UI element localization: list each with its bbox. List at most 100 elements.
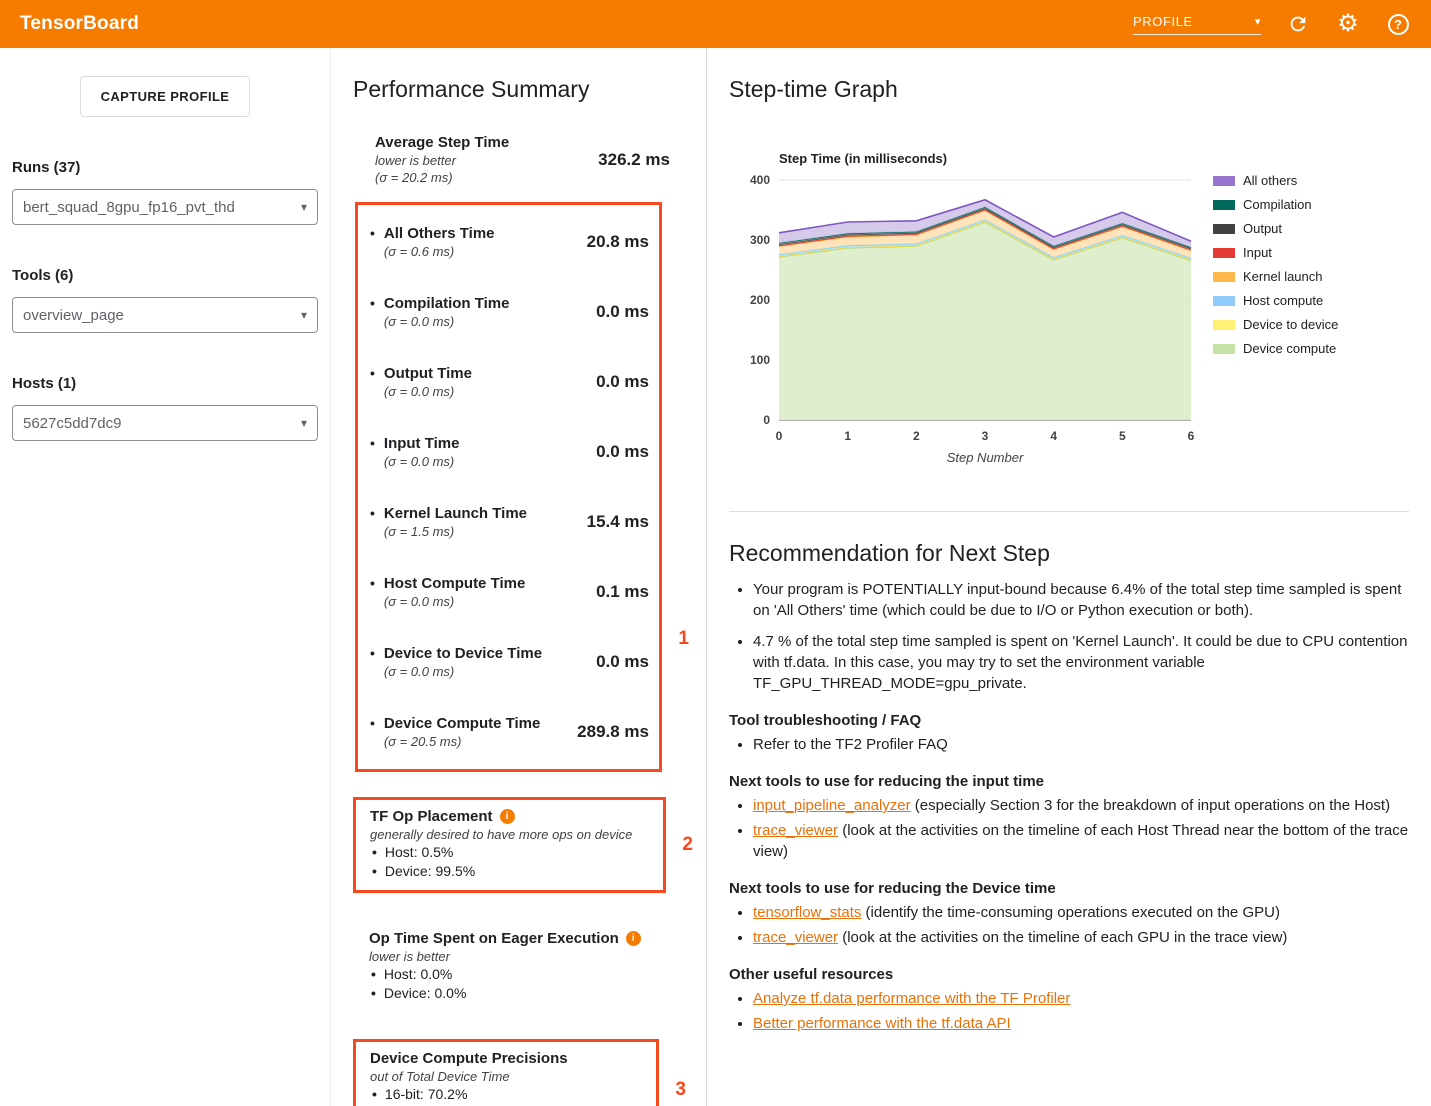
tf-op-placement-note: generally desired to have more ops on de… (370, 826, 651, 843)
eager-note: lower is better (369, 948, 672, 965)
runs-select[interactable]: bert_squad_8gpu_fp16_pvt_thd ▾ (12, 189, 318, 225)
recommendation-item: Analyze tf.data performance with the TF … (753, 988, 1409, 1009)
step-time-graph-title: Step-time Graph (729, 76, 1409, 103)
tf-op-placement-host: Host: 0.5% (385, 843, 453, 862)
recommendation-title: Recommendation for Next Step (729, 540, 1409, 567)
info-icon[interactable]: i (500, 809, 515, 824)
view-selector-dropdown[interactable]: PROFILE ▾ (1133, 14, 1261, 35)
eager-title: Op Time Spent on Eager Execution (369, 929, 619, 948)
svg-text:6: 6 (1188, 429, 1195, 443)
annotation-box-2: TF Op Placement i generally desired to h… (353, 797, 666, 893)
precisions-note: out of Total Device Time (370, 1068, 644, 1085)
metric-row: • Device to Device Time (σ = 0.0 ms) 0.0… (358, 627, 659, 697)
trace-viewer-link[interactable]: trace_viewer (753, 929, 838, 946)
help-icon[interactable]: ? (1385, 11, 1411, 37)
svg-text:200: 200 (750, 293, 770, 307)
bullet: • (370, 504, 375, 540)
hosts-select-value: 5627c5dd7dc9 (23, 415, 121, 432)
metric-name: Average Step Time (375, 133, 509, 152)
precisions-title: Device Compute Precisions (370, 1049, 568, 1068)
runs-select-value: bert_squad_8gpu_fp16_pvt_thd (23, 199, 235, 216)
refresh-icon[interactable] (1285, 11, 1311, 37)
legend-item: Input (1213, 245, 1338, 260)
svg-text:300: 300 (750, 233, 770, 247)
runs-field: Runs (37) bert_squad_8gpu_fp16_pvt_thd ▾ (12, 159, 318, 225)
app-title: TensorBoard (20, 13, 139, 35)
legend-item: Device compute (1213, 341, 1338, 356)
eager-host: Host: 0.0% (384, 965, 452, 984)
bullet: • (372, 862, 377, 881)
tfdata-performance-link[interactable]: Analyze tf.data performance with the TF … (753, 990, 1070, 1007)
tensorflow-stats-link[interactable]: tensorflow_stats (753, 904, 861, 921)
annotation-number-3: 3 (675, 1079, 686, 1101)
legend-swatch (1213, 272, 1235, 282)
svg-text:1: 1 (844, 429, 851, 443)
eager-device: Device: 0.0% (384, 984, 466, 1003)
svg-text:400: 400 (750, 173, 770, 187)
performance-summary-title: Performance Summary (353, 76, 684, 103)
topbar: TensorBoard PROFILE ▾ ⚙ ? (0, 0, 1431, 48)
gear-icon[interactable]: ⚙ (1335, 11, 1361, 37)
legend-swatch (1213, 296, 1235, 306)
legend-swatch (1213, 248, 1235, 258)
metric-value: 326.2 ms (598, 150, 670, 170)
bullet: • (370, 434, 375, 470)
tf-op-placement-device: Device: 99.5% (385, 862, 475, 881)
bullet: • (370, 224, 375, 260)
section-heading: Next tools to use for reducing the input… (729, 773, 1409, 790)
hosts-select[interactable]: 5627c5dd7dc9 ▾ (12, 405, 318, 441)
tf-op-placement-title: TF Op Placement (370, 807, 493, 826)
chevron-down-icon: ▾ (301, 416, 307, 430)
metric-row: • Host Compute Time (σ = 0.0 ms) 0.1 ms (358, 557, 659, 627)
svg-text:0: 0 (763, 413, 770, 427)
bullet: • (370, 574, 375, 610)
section-heading: Next tools to use for reducing the Devic… (729, 880, 1409, 897)
metric-sigma: (σ = 20.2 ms) (375, 169, 509, 186)
svg-text:Step Number: Step Number (947, 450, 1024, 465)
legend-item: Device to device (1213, 317, 1338, 332)
svg-text:5: 5 (1119, 429, 1126, 443)
legend-item: Host compute (1213, 293, 1338, 308)
legend-swatch (1213, 200, 1235, 210)
capture-profile-button[interactable]: CAPTURE PROFILE (80, 76, 251, 117)
chevron-down-icon: ▾ (301, 308, 307, 322)
metric-note: lower is better (375, 152, 509, 169)
metric-row: • Output Time (σ = 0.0 ms) 0.0 ms (358, 347, 659, 417)
legend-item: Compilation (1213, 197, 1338, 212)
recommendation-bullet: Your program is POTENTIALLY input-bound … (753, 579, 1409, 621)
annotation-number-2: 2 (682, 834, 693, 856)
metric-row: • Input Time (σ = 0.0 ms) 0.0 ms (358, 417, 659, 487)
bullet: • (372, 1085, 377, 1104)
recommendation-item: tensorflow_stats (identify the time-cons… (753, 902, 1409, 923)
precision-16bit: 16-bit: 70.2% (385, 1085, 468, 1104)
bullet: • (370, 644, 375, 680)
bullet: • (370, 294, 375, 330)
sidebar: CAPTURE PROFILE Runs (37) bert_squad_8gp… (0, 48, 331, 1106)
view-selector-value: PROFILE (1133, 14, 1193, 29)
metric-row: • Kernel Launch Time (σ = 1.5 ms) 15.4 m… (358, 487, 659, 557)
tools-label: Tools (6) (12, 267, 318, 284)
legend-swatch (1213, 176, 1235, 186)
bullet: • (370, 714, 375, 750)
metric-row: • Device Compute Time (σ = 20.5 ms) 289.… (358, 697, 659, 767)
trace-viewer-link[interactable]: trace_viewer (753, 822, 838, 839)
annotation-number-1: 1 (678, 628, 689, 650)
legend-swatch (1213, 224, 1235, 234)
recommendation-item: input_pipeline_analyzer (especially Sect… (753, 795, 1409, 816)
recommendation-item: trace_viewer (look at the activities on … (753, 820, 1409, 862)
bullet: • (370, 364, 375, 400)
svg-text:0: 0 (776, 429, 783, 443)
input-pipeline-analyzer-link[interactable]: input_pipeline_analyzer (753, 797, 911, 814)
recommendation-bullet: 4.7 % of the total step time sampled is … (753, 631, 1409, 694)
tfdata-api-link[interactable]: Better performance with the tf.data API (753, 1015, 1011, 1032)
svg-text:2: 2 (913, 429, 920, 443)
bullet: • (371, 965, 376, 984)
tools-select[interactable]: overview_page ▾ (12, 297, 318, 333)
info-icon[interactable]: i (626, 931, 641, 946)
metric-row: • Compilation Time (σ = 0.0 ms) 0.0 ms (358, 277, 659, 347)
annotation-box-3: Device Compute Precisions out of Total D… (353, 1039, 659, 1106)
tools-field: Tools (6) overview_page ▾ (12, 267, 318, 333)
svg-text:3: 3 (982, 429, 989, 443)
right-panel: Step-time Graph Step Time (in millisecon… (707, 48, 1431, 1106)
eager-execution-section: Op Time Spent on Eager Execution i lower… (353, 929, 684, 1003)
